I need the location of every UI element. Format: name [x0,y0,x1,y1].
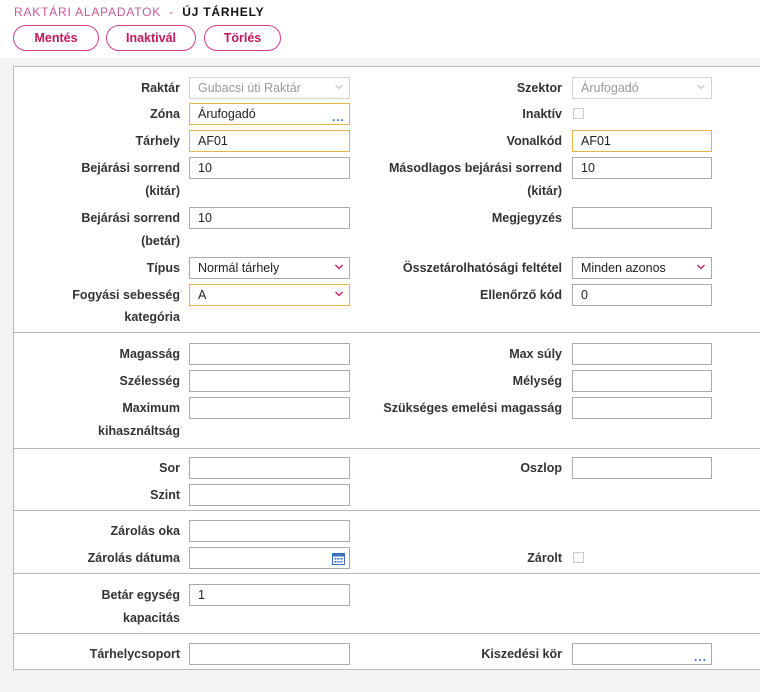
putaway-capacity-label: Betár egység [101,588,180,602]
sector-label: Szektor [516,81,562,95]
breadcrumb-separator: - [169,5,175,19]
putaway-sequence-input[interactable]: 10 [189,207,350,229]
section-divider [13,573,760,574]
warehouse-label: Raktár [141,81,180,95]
secondary-pick-sequence-label-sub: (kitár) [527,184,562,198]
column-label: Oszlop [520,461,562,475]
breadcrumb-current: ÚJ TÁRHELY [182,5,265,19]
locked-checkbox[interactable] [573,552,584,563]
lock-reason-input[interactable] [189,520,350,542]
location-group-input[interactable] [189,643,350,665]
type-label: Típus [146,261,180,275]
pick-sequence-label-sub: (kitár) [145,184,180,198]
max-utilization-label: Maximum [122,401,180,415]
lock-date-label: Zárolás dátuma [87,551,180,565]
sector-select[interactable]: Árufogadó [572,77,712,99]
section-divider [13,510,760,511]
consumption-rate-value: A [198,288,207,302]
location-group-label: Tárhelycsoport [89,647,180,661]
width-label: Szélesség [119,374,180,388]
chevron-down-icon [697,84,705,90]
storage-compatibility-value: Minden azonos [581,261,666,275]
lock-reason-label: Zárolás oka [110,524,180,538]
secondary-pick-sequence-label: Másodlagos bejárási sorrend [389,161,562,175]
inactivate-button[interactable]: Inaktivál [106,25,196,51]
delete-button[interactable]: Törlés [204,25,281,51]
chevron-down-icon [697,264,705,270]
max-weight-input[interactable] [572,343,712,365]
depth-label: Mélység [512,374,562,388]
check-code-input[interactable]: 0 [572,284,712,306]
note-input[interactable] [572,207,712,229]
chevron-down-icon [335,291,343,297]
ellipsis-icon[interactable]: ... [694,647,707,664]
putaway-capacity-label-sub: kapacitás [123,611,180,625]
height-input[interactable] [189,343,350,365]
putaway-sequence-label: Bejárási sorrend [81,211,180,225]
consumption-rate-label: Fogyási sebesség [72,288,180,302]
column-input[interactable] [572,457,712,479]
lift-height-label: Szükséges emelési magasság [383,401,562,415]
depth-input[interactable] [572,370,712,392]
warehouse-value: Gubacsi úti Raktár [198,81,301,95]
storage-compatibility-label: Összetárolhatósági feltétel [402,261,562,275]
note-label: Megjegyzés [491,211,562,225]
secondary-pick-sequence-input[interactable]: 10 [572,157,712,179]
lift-height-input[interactable] [572,397,712,419]
barcode-label: Vonalkód [506,134,562,148]
picking-round-label: Kiszedési kör [481,647,562,661]
pick-sequence-input[interactable]: 10 [189,157,350,179]
consumption-rate-select[interactable]: A [189,284,350,306]
warehouse-select[interactable]: Gubacsi úti Raktár [189,77,350,99]
storage-compatibility-select[interactable]: Minden azonos [572,257,712,279]
level-label: Szint [150,488,180,502]
inactive-label: Inaktív [522,107,562,121]
zone-label: Zóna [150,107,180,121]
max-utilization-input[interactable] [189,397,350,419]
section-divider [13,332,760,333]
lock-date-input[interactable] [189,547,350,569]
consumption-rate-label-sub: kategória [124,310,180,324]
max-weight-label: Max súly [509,347,562,361]
locked-label: Zárolt [527,551,562,565]
location-label: Tárhely [135,134,180,148]
inactive-checkbox[interactable] [573,108,584,119]
row-input[interactable] [189,457,350,479]
header-bar: RAKTÁRI ALAPADATOK - ÚJ TÁRHELY Mentés I… [0,0,760,58]
picking-round-lookup-field[interactable]: ... [572,643,712,665]
chevron-down-icon [335,264,343,270]
save-button[interactable]: Mentés [13,25,99,51]
calendar-icon[interactable] [332,552,345,565]
check-code-label: Ellenőrző kód [480,288,562,302]
zone-value: Árufogadó [198,107,256,121]
location-input[interactable]: AF01 [189,130,350,152]
barcode-input[interactable]: AF01 [572,130,712,152]
type-select[interactable]: Normál tárhely [189,257,350,279]
row-label: Sor [159,461,180,475]
width-input[interactable] [189,370,350,392]
pick-sequence-label: Bejárási sorrend [81,161,180,175]
putaway-capacity-input[interactable]: 1 [189,584,350,606]
ellipsis-icon[interactable]: ... [332,107,345,124]
breadcrumb: RAKTÁRI ALAPADATOK - ÚJ TÁRHELY [14,5,264,19]
section-divider [13,633,760,634]
chevron-down-icon [335,84,343,90]
sector-value: Árufogadó [581,81,639,95]
section-divider [13,448,760,449]
level-input[interactable] [189,484,350,506]
type-value: Normál tárhely [198,261,280,275]
height-label: Magasság [119,347,180,361]
zone-lookup-field[interactable]: Árufogadó ... [189,103,350,125]
max-utilization-label-sub: kihasználtság [98,424,180,438]
breadcrumb-parent[interactable]: RAKTÁRI ALAPADATOK [14,5,161,19]
putaway-sequence-label-sub: (betár) [141,234,180,248]
